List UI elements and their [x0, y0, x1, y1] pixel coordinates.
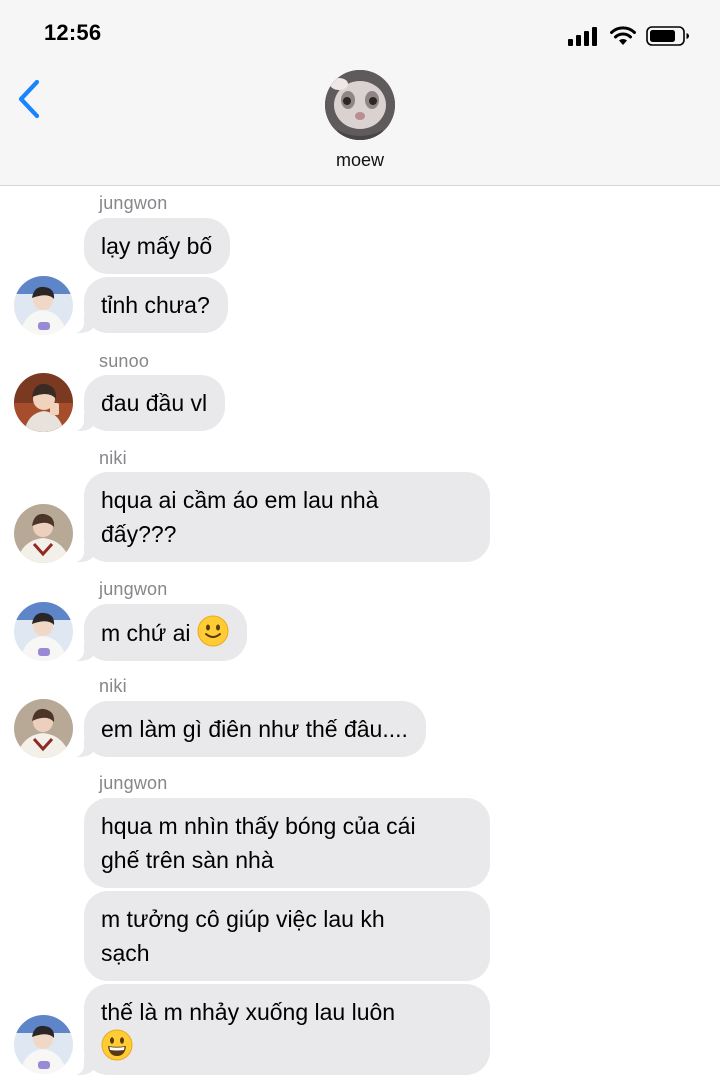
- message-bubble[interactable]: em làm gì điên như thế đâu....: [74, 701, 426, 757]
- signal-icon: [568, 27, 597, 46]
- message-text: đấy???: [101, 521, 177, 547]
- message-text: m tưởng cô giúp việc lau kh: [101, 906, 385, 932]
- avatar-jungwon[interactable]: [14, 1015, 73, 1074]
- grinning-face-icon: [101, 1029, 133, 1061]
- avatar-niki[interactable]: [14, 504, 73, 563]
- message-text: ghế trên sàn nhà: [101, 847, 274, 873]
- status-icons: [568, 24, 690, 48]
- sender-name: jungwon: [99, 773, 168, 793]
- back-button[interactable]: [12, 76, 46, 122]
- message-bubble[interactable]: m tưởng cô giúp việc lau kh sạch: [84, 891, 490, 981]
- message-text: thế là m nhảy xuống lau luôn: [101, 999, 396, 1025]
- message-text: đau đầu vl: [101, 390, 208, 416]
- sender-name: niki: [99, 676, 127, 696]
- message-bubble[interactable]: m chứ ai: [74, 604, 247, 661]
- message-bubble[interactable]: hqua m nhìn thấy bóng của cái ghế trên s…: [84, 798, 490, 888]
- message-text: tỉnh chưa?: [101, 292, 210, 318]
- message-text: hqua ai cầm áo em lau nhà: [101, 487, 379, 513]
- sender-name: jungwon: [99, 579, 168, 599]
- group-avatar[interactable]: [325, 70, 395, 140]
- avatar-jungwon[interactable]: [14, 276, 73, 335]
- message-text: hqua m nhìn thấy bóng của cái: [101, 813, 416, 839]
- message-text: m chứ ai: [101, 620, 191, 646]
- chevron-left-icon: [18, 79, 40, 119]
- message-text: em làm gì điên như thế đâu....: [101, 716, 408, 742]
- avatar-jungwon[interactable]: [14, 602, 73, 661]
- sender-name: sunoo: [99, 351, 150, 371]
- battery-icon: [646, 26, 689, 46]
- message-bubble[interactable]: thế là m nhảy xuống lau luôn: [74, 984, 490, 1075]
- wifi-icon: [610, 26, 636, 45]
- status-time: 12:56: [44, 20, 102, 45]
- chat-header: 12:56 moew: [0, 0, 720, 186]
- cat-photo: [325, 70, 395, 140]
- avatar-sunoo[interactable]: [14, 373, 73, 432]
- message-bubble[interactable]: tỉnh chưa?: [74, 277, 228, 333]
- avatar-niki[interactable]: [14, 699, 73, 758]
- message-bubble[interactable]: lạy mấy bố: [84, 218, 231, 274]
- slightly-smiling-face-icon: [197, 615, 229, 647]
- sender-name: niki: [99, 448, 127, 468]
- message-bubble[interactable]: đau đầu vl: [73, 375, 226, 431]
- group-name: moew: [335, 150, 384, 170]
- sender-name: jungwon: [99, 193, 168, 213]
- message-text: sạch: [101, 940, 150, 966]
- message-text: lạy mấy bố: [101, 233, 213, 259]
- message-bubble[interactable]: hqua ai cầm áo em lau nhà đấy???: [74, 472, 490, 562]
